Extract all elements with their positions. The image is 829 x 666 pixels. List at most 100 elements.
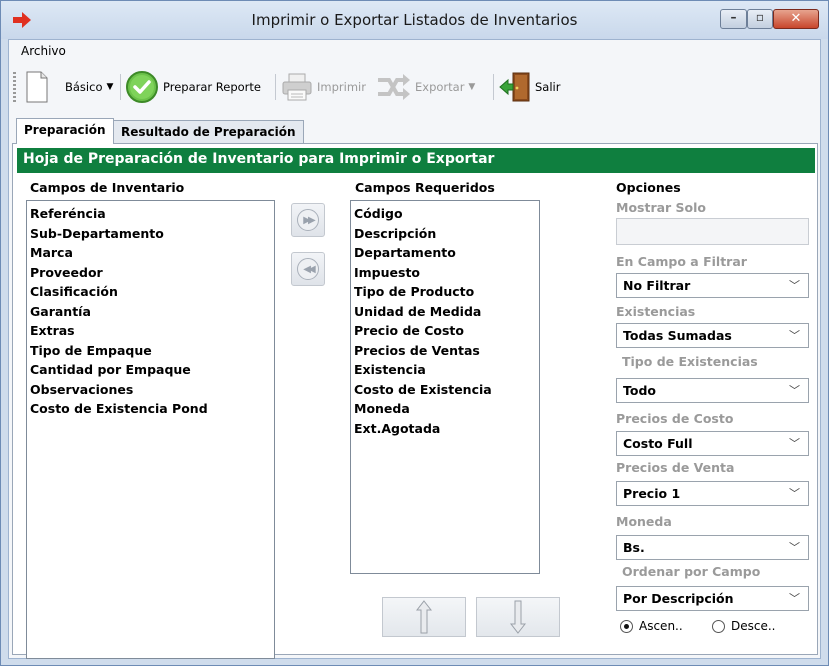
window-title: Imprimir o Exportar Listados de Inventar… <box>251 11 578 29</box>
list-item[interactable]: Costo de Existencia <box>354 380 536 400</box>
list-item[interactable]: Tipo de Producto <box>354 282 536 302</box>
precios-venta-value: Precio 1 <box>623 486 681 501</box>
list-item[interactable]: Descripción <box>354 224 536 244</box>
ascendente-radio[interactable]: Ascen.. <box>620 619 683 633</box>
list-item[interactable]: Moneda <box>354 399 536 419</box>
list-item[interactable]: Tipo de Empaque <box>30 341 271 361</box>
client-area: Archivo Básico ▼ Preparar Reporte Imprim… <box>8 39 821 659</box>
existencias-label: Existencias <box>616 304 696 319</box>
campos-requeridos-list[interactable]: Código Descripción Departamento Impuesto… <box>350 200 540 574</box>
preparar-reporte-button[interactable]: Preparar Reporte <box>125 70 261 104</box>
salir-label: Salir <box>535 80 561 94</box>
list-item[interactable]: Sub-Departamento <box>30 224 271 244</box>
tab-panel-preparacion: Hoja de Preparación de Inventario para I… <box>12 143 818 659</box>
exportar-dropdown-button[interactable]: Exportar ▼ <box>375 70 475 104</box>
toolbar: Básico ▼ Preparar Reporte Imprimir Expor… <box>9 64 820 110</box>
moneda-select[interactable]: Bs. ﹀ <box>616 535 809 560</box>
tab-resultado-preparacion[interactable]: Resultado de Preparación <box>113 120 304 144</box>
chevron-down-icon: ▼ <box>106 82 114 92</box>
title-bar: Imprimir o Exportar Listados de Inventar… <box>1 1 828 39</box>
ordenar-label: Ordenar por Campo <box>622 564 761 579</box>
radio-unselected-icon <box>712 619 725 633</box>
arrow-down-icon <box>509 600 527 634</box>
list-item[interactable]: Clasificación <box>30 282 271 302</box>
list-item[interactable]: Impuesto <box>354 263 536 283</box>
tab-strip: Preparación Resultado de Preparación <box>9 118 820 144</box>
moneda-value: Bs. <box>623 540 645 555</box>
descendente-radio[interactable]: Desce.. <box>712 619 775 633</box>
move-up-button[interactable] <box>382 597 466 637</box>
preparar-reporte-label: Preparar Reporte <box>163 80 261 94</box>
exit-door-icon <box>499 72 530 102</box>
tipo-existencias-value: Todo <box>623 383 656 398</box>
campos-inventario-list[interactable]: Referéncia Sub-Departamento Marca Provee… <box>26 200 275 659</box>
list-item[interactable]: Precio de Costo <box>354 321 536 341</box>
imprimir-label: Imprimir <box>317 80 366 94</box>
moneda-label: Moneda <box>616 514 672 529</box>
ordenar-value: Por Descripción <box>623 591 734 606</box>
arrow-up-icon <box>415 600 433 634</box>
list-item[interactable]: Ext.Agotada <box>354 419 536 439</box>
campo-filtrar-label: En Campo a Filtrar <box>616 254 747 269</box>
list-item[interactable]: Marca <box>30 243 271 263</box>
list-item[interactable]: Proveedor <box>30 263 271 283</box>
list-item[interactable]: Departamento <box>354 243 536 263</box>
basico-label: Básico <box>65 80 103 94</box>
move-down-button[interactable] <box>476 597 560 637</box>
list-item[interactable]: Unidad de Medida <box>354 302 536 322</box>
chevron-down-icon: ﹀ <box>789 437 800 450</box>
chevron-down-icon: ﹀ <box>789 487 800 500</box>
list-item[interactable]: Garantía <box>30 302 271 322</box>
imprimir-button[interactable]: Imprimir <box>281 70 366 104</box>
precios-costo-select[interactable]: Costo Full ﹀ <box>616 431 809 456</box>
move-all-left-button[interactable]: ◀◀ <box>291 252 325 286</box>
close-button[interactable]: ✕ <box>773 9 819 29</box>
basico-dropdown-button[interactable]: Básico ▼ <box>25 70 113 104</box>
list-item[interactable]: Observaciones <box>30 380 271 400</box>
ordenar-select[interactable]: Por Descripción ﹀ <box>616 586 809 611</box>
precios-venta-select[interactable]: Precio 1 ﹀ <box>616 481 809 506</box>
check-circle-icon <box>126 71 158 103</box>
toolbar-grip[interactable] <box>13 72 16 102</box>
move-all-right-button[interactable]: ▶▶ <box>291 203 325 237</box>
section-header: Hoja de Preparación de Inventario para I… <box>17 148 815 173</box>
campo-filtrar-select[interactable]: No Filtrar ﹀ <box>616 273 809 298</box>
campos-inventario-title: Campos de Inventario <box>30 180 185 195</box>
menu-archivo[interactable]: Archivo <box>21 44 66 58</box>
chevron-down-icon: ﹀ <box>789 541 800 554</box>
radio-selected-icon <box>620 619 633 633</box>
campo-filtrar-value: No Filtrar <box>623 278 691 293</box>
exportar-label: Exportar <box>415 80 465 94</box>
salir-button[interactable]: Salir <box>499 70 560 104</box>
mostrar-solo-input[interactable] <box>616 218 809 245</box>
tipo-existencias-select[interactable]: Todo ﹀ <box>616 378 809 403</box>
maximize-button[interactable]: ▫ <box>747 9 773 29</box>
list-item[interactable]: Referéncia <box>30 204 271 224</box>
maximize-icon: ▫ <box>755 10 765 24</box>
list-item[interactable]: Existencia <box>354 360 536 380</box>
precios-costo-label: Precios de Costo <box>616 411 734 426</box>
close-icon: ✕ <box>790 11 802 26</box>
descendente-label: Desce.. <box>731 619 776 633</box>
toolbar-separator <box>275 74 276 100</box>
list-item[interactable]: Cantidad por Empaque <box>30 360 271 380</box>
ascendente-label: Ascen.. <box>639 619 683 633</box>
list-item[interactable]: Código <box>354 204 536 224</box>
printer-icon <box>282 73 312 101</box>
list-item[interactable]: Costo de Existencia Pond <box>30 399 271 419</box>
double-chevron-left-icon: ◀◀ <box>297 258 319 280</box>
toolbar-separator <box>493 74 494 100</box>
chevron-down-icon: ﹀ <box>789 592 800 605</box>
tipo-existencias-label: Tipo de Existencias <box>622 354 758 369</box>
double-chevron-right-icon: ▶▶ <box>297 209 319 231</box>
opciones-title: Opciones <box>616 180 681 195</box>
minimize-button[interactable]: – <box>720 9 747 29</box>
tab-preparacion[interactable]: Preparación <box>16 118 114 144</box>
chevron-down-icon: ﹀ <box>789 279 800 292</box>
campos-requeridos-title: Campos Requeridos <box>355 180 495 195</box>
existencias-select[interactable]: Todas Sumadas ﹀ <box>616 323 809 348</box>
list-item[interactable]: Precios de Ventas <box>354 341 536 361</box>
list-item[interactable]: Extras <box>30 321 271 341</box>
toolbar-separator <box>120 74 121 100</box>
mostrar-solo-label: Mostrar Solo <box>616 200 707 215</box>
